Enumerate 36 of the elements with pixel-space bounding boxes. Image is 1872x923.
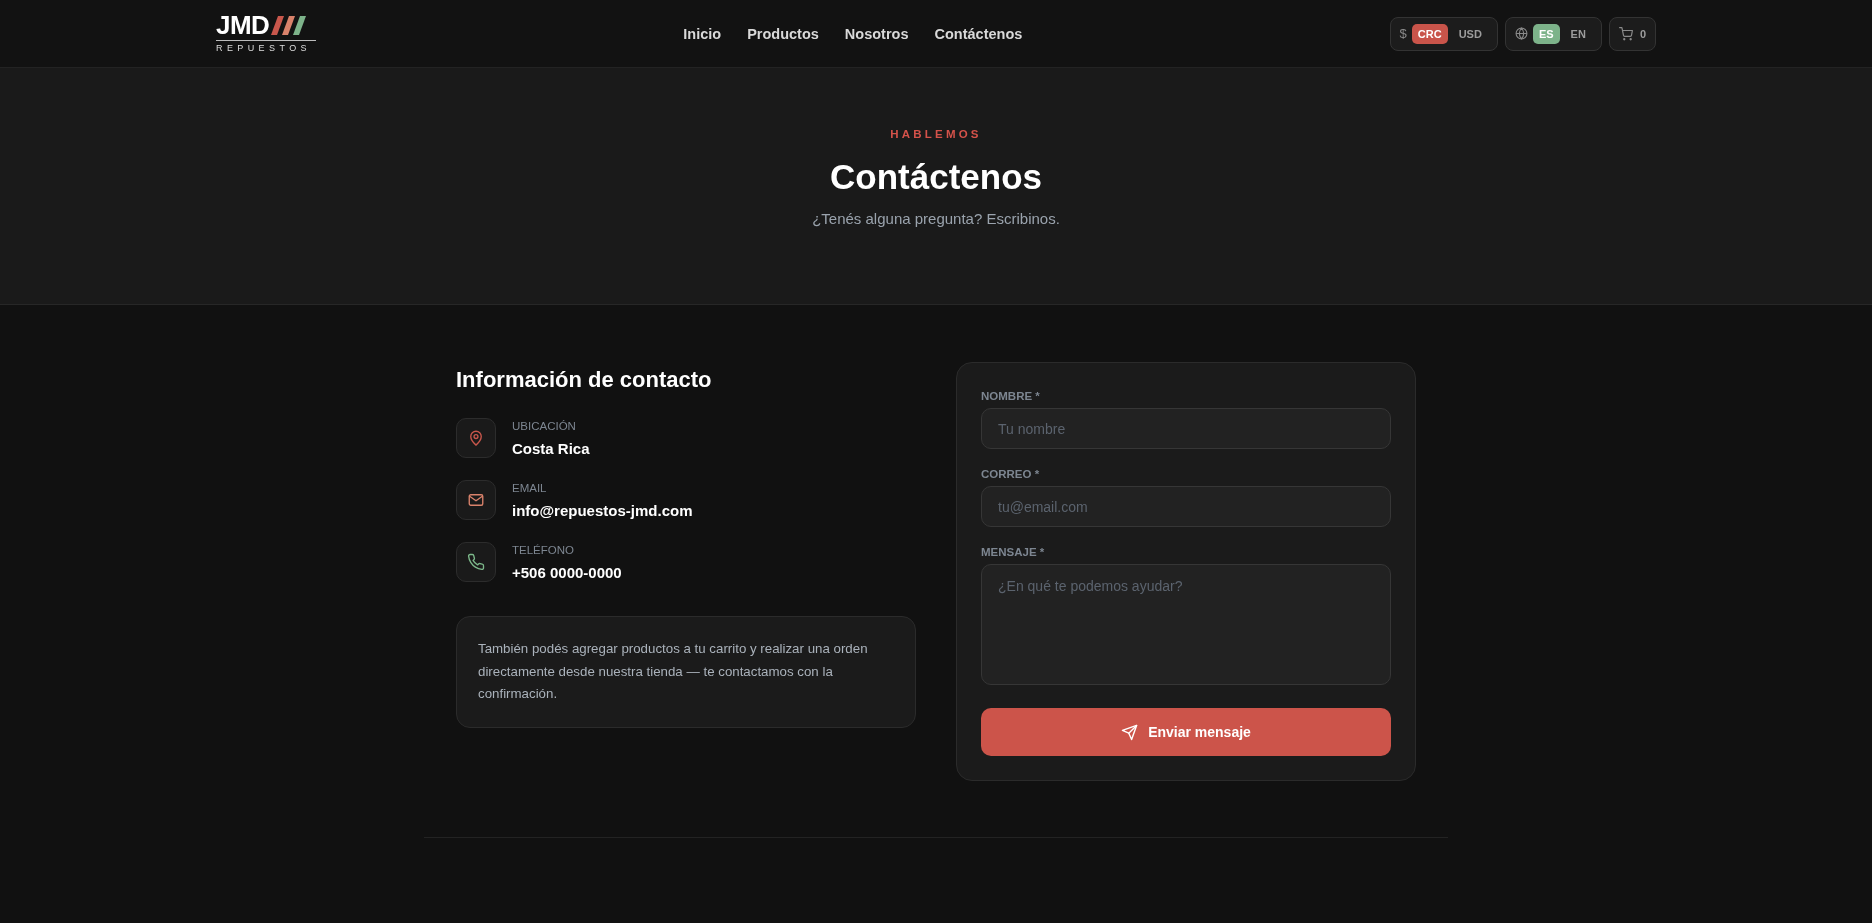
field-label: NOMBRE * <box>981 389 1040 404</box>
page-subtitle: ¿Tenés alguna pregunta? Escribinos. <box>812 209 1060 229</box>
currency-option[interactable]: USD <box>1452 23 1488 44</box>
info-label: EMAIL <box>512 481 547 496</box>
field-label: MENSAJE * <box>981 545 1045 560</box>
currency-option[interactable]: CRC <box>1411 23 1448 44</box>
send-icon <box>1121 723 1139 741</box>
language-option[interactable]: EN <box>1564 23 1592 44</box>
currency-symbol: $ <box>1399 26 1407 41</box>
map-pin-icon <box>456 418 496 458</box>
send-button[interactable]: Enviar mensaje <box>981 708 1391 756</box>
field-label: CORREO * <box>981 467 1040 482</box>
nav-link[interactable]: Productos <box>747 25 819 42</box>
info-label: TELÉFONO <box>512 543 574 558</box>
info-value: Costa Rica <box>512 439 590 459</box>
logo-wordmark: JMD <box>216 13 270 37</box>
section-heading: Información de contacto <box>456 366 712 394</box>
envelope-icon <box>456 480 496 520</box>
logo-tagline: REPUESTOS <box>216 40 316 54</box>
section-eyebrow: HABLEMOS <box>890 127 982 142</box>
nav-link[interactable]: Contáctenos <box>934 25 1023 42</box>
logo-stripes-icon <box>271 15 308 35</box>
email-field[interactable]: tu@email.com <box>981 486 1391 527</box>
nav-link[interactable]: Nosotros <box>844 25 909 42</box>
note-text: También podés agregar productos a tu carrito y realizar una orden directamente desde nuestra tienda — te contactamos con la confirmación. <box>478 640 869 704</box>
info-value: info@repuestos-jmd.com <box>512 501 693 521</box>
info-value: +506 0000-0000 <box>512 563 622 583</box>
globe-icon <box>1514 27 1528 40</box>
phone-icon <box>456 542 496 582</box>
nav-link[interactable]: Inicio <box>683 25 722 42</box>
name-field[interactable]: Tu nombre <box>981 408 1391 449</box>
info-label: UBICACIÓN <box>512 419 576 434</box>
cart-icon <box>1618 26 1633 41</box>
cart-button[interactable]: 0 <box>1608 16 1656 51</box>
page-title: Contáctenos <box>830 156 1042 198</box>
message-field[interactable]: ¿En qué te podemos ayudar? <box>981 564 1391 685</box>
